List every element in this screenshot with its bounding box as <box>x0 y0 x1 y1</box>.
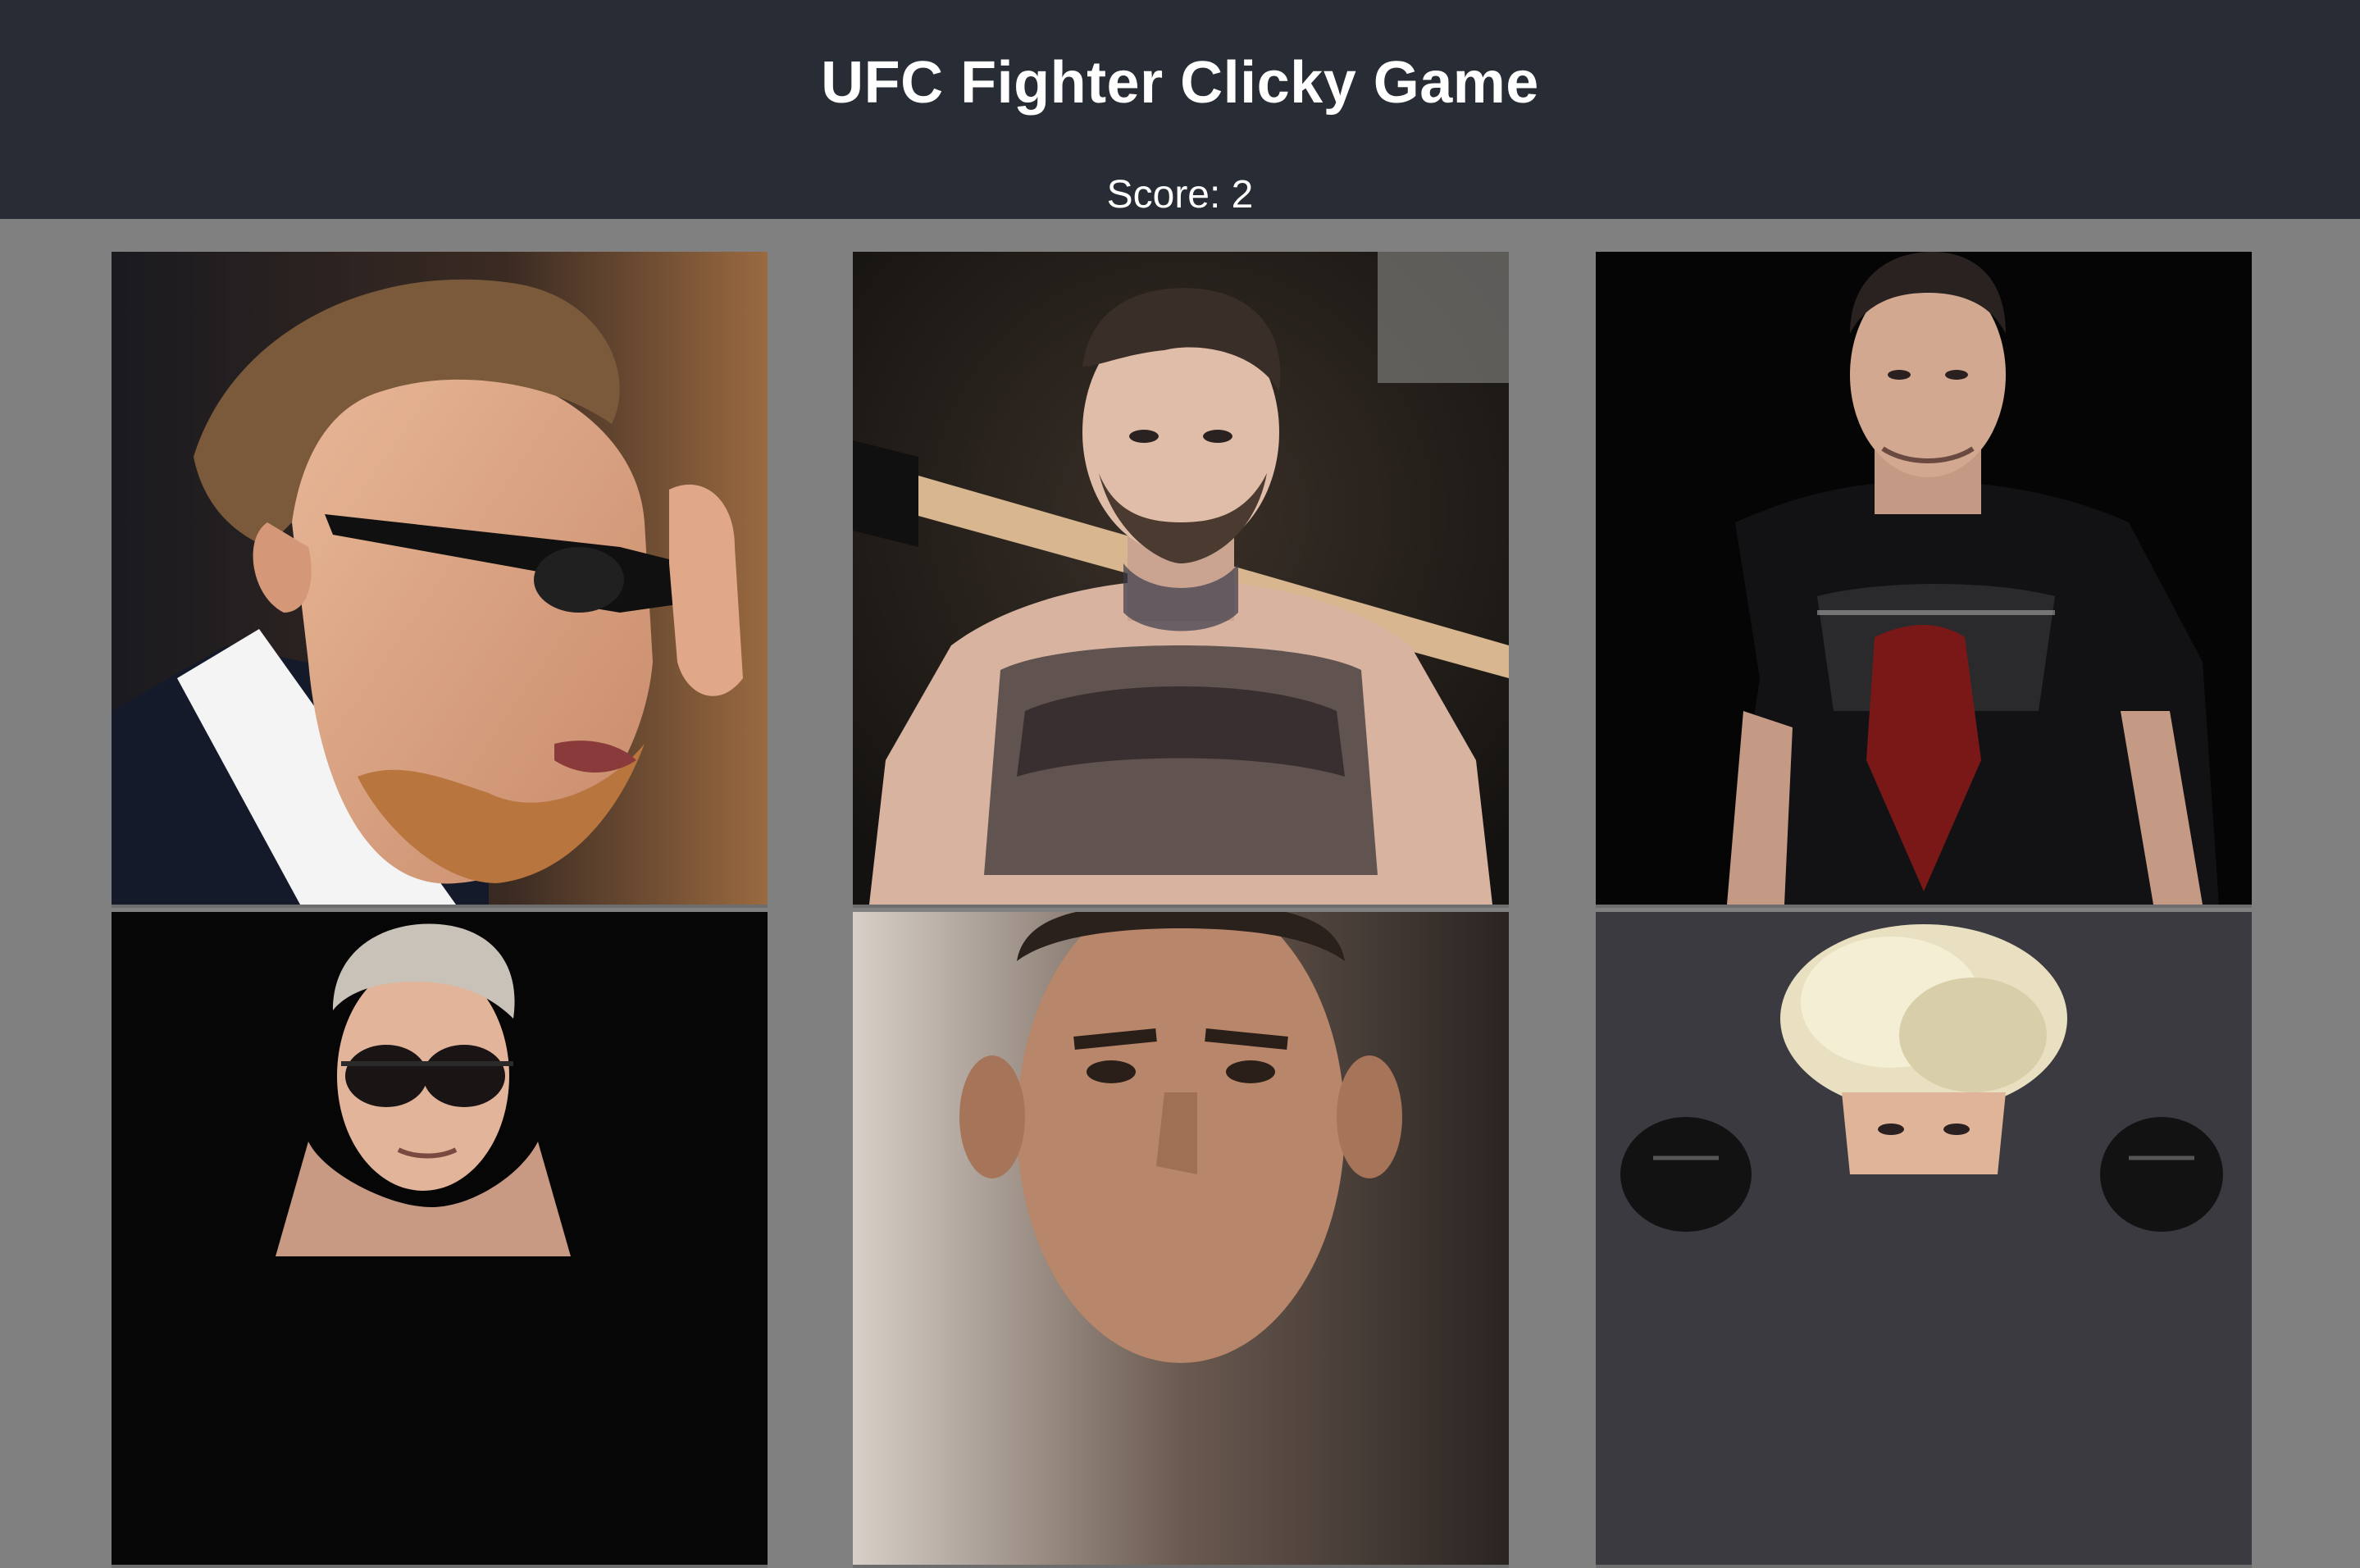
fighter-card[interactable] <box>112 912 768 1568</box>
fighter-card[interactable] <box>853 912 1509 1568</box>
fighter-image <box>112 912 768 1565</box>
score-display: Score: 2 <box>1106 173 1254 217</box>
fighter-card[interactable] <box>1596 912 2252 1568</box>
fighter-image <box>1596 912 2252 1565</box>
fighter-card[interactable] <box>1596 252 2252 908</box>
fighter-card-grid <box>0 219 2360 1568</box>
fighter-image <box>853 252 1509 905</box>
app-header: UFC Fighter Clicky Game Score: 2 <box>0 0 2360 219</box>
page-title: UFC Fighter Clicky Game <box>821 50 1539 116</box>
fighter-image <box>1596 252 2252 905</box>
fighter-image <box>853 912 1509 1565</box>
fighter-image <box>112 252 768 905</box>
fighter-card[interactable] <box>853 252 1509 908</box>
fighter-card[interactable] <box>112 252 768 908</box>
